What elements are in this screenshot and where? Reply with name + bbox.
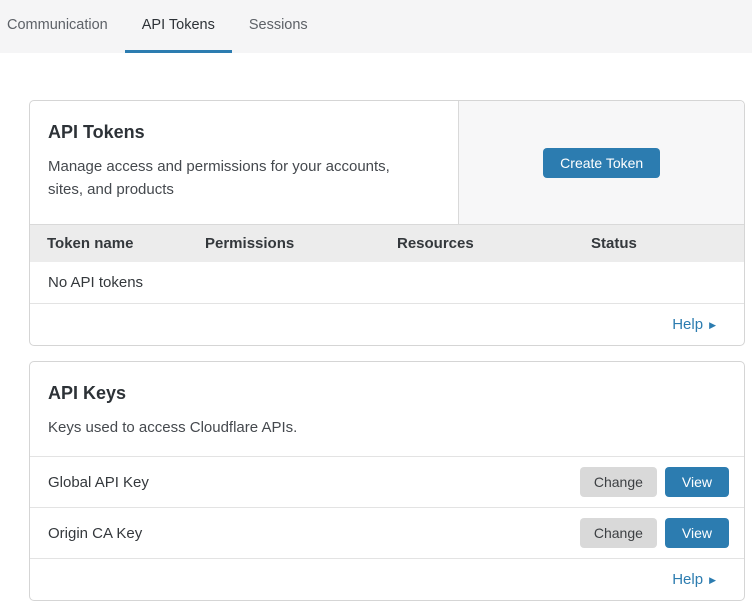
create-token-button[interactable]: Create Token bbox=[543, 148, 660, 178]
column-header-resources: Resources bbox=[397, 235, 591, 252]
column-header-token-name: Token name bbox=[47, 235, 205, 252]
api-keys-card-footer: Help ▶ bbox=[30, 559, 744, 600]
api-keys-description: Keys used to access Cloudflare APIs. bbox=[48, 416, 726, 439]
tab-api-tokens[interactable]: API Tokens bbox=[125, 0, 232, 53]
tokens-empty-message: No API tokens bbox=[48, 274, 143, 291]
api-keys-help-label: Help bbox=[672, 571, 703, 588]
help-arrow-icon: ▶ bbox=[709, 575, 716, 585]
tab-sessions[interactable]: Sessions bbox=[232, 0, 325, 53]
tab-api-tokens-label: API Tokens bbox=[142, 17, 215, 33]
key-name-origin-ca-key: Origin CA Key bbox=[48, 525, 142, 542]
key-row-origin-ca-key: Origin CA Key Change View bbox=[30, 508, 744, 559]
api-tokens-card-footer: Help ▶ bbox=[30, 304, 744, 345]
tab-bar: Communication API Tokens Sessions bbox=[0, 0, 752, 53]
api-tokens-help-label: Help bbox=[672, 316, 703, 333]
api-tokens-card: API Tokens Manage access and permissions… bbox=[29, 100, 745, 346]
global-api-key-view-button[interactable]: View bbox=[665, 467, 729, 497]
tokens-empty-row: No API tokens bbox=[30, 262, 744, 304]
api-tokens-help-link[interactable]: Help ▶ bbox=[672, 316, 716, 333]
tab-communication[interactable]: Communication bbox=[0, 0, 125, 53]
column-header-status: Status bbox=[591, 235, 744, 252]
column-header-permissions: Permissions bbox=[205, 235, 397, 252]
help-arrow-icon: ▶ bbox=[709, 320, 716, 330]
key-name-global-api-key: Global API Key bbox=[48, 474, 149, 491]
global-api-key-change-button[interactable]: Change bbox=[580, 467, 657, 497]
key-actions-origin-ca-key: Change View bbox=[580, 518, 729, 548]
api-keys-title: API Keys bbox=[48, 383, 726, 404]
api-keys-card-header: API Keys Keys used to access Cloudflare … bbox=[30, 362, 744, 457]
origin-ca-key-view-button[interactable]: View bbox=[665, 518, 729, 548]
key-actions-global-api-key: Change View bbox=[580, 467, 729, 497]
tokens-table-header: Token name Permissions Resources Status bbox=[30, 224, 744, 262]
main-content: API Tokens Manage access and permissions… bbox=[0, 100, 752, 601]
api-keys-card: API Keys Keys used to access Cloudflare … bbox=[29, 361, 745, 601]
key-row-global-api-key: Global API Key Change View bbox=[30, 457, 744, 508]
tab-communication-label: Communication bbox=[7, 17, 108, 33]
origin-ca-key-change-button[interactable]: Change bbox=[580, 518, 657, 548]
api-keys-help-link[interactable]: Help ▶ bbox=[672, 571, 716, 588]
api-tokens-card-header: API Tokens Manage access and permissions… bbox=[30, 101, 744, 224]
api-tokens-description: Manage access and permissions for your a… bbox=[48, 155, 420, 201]
api-tokens-card-action-panel: Create Token bbox=[458, 101, 744, 224]
api-tokens-card-header-text: API Tokens Manage access and permissions… bbox=[30, 101, 458, 224]
api-tokens-title: API Tokens bbox=[48, 122, 440, 143]
tab-sessions-label: Sessions bbox=[249, 17, 308, 33]
